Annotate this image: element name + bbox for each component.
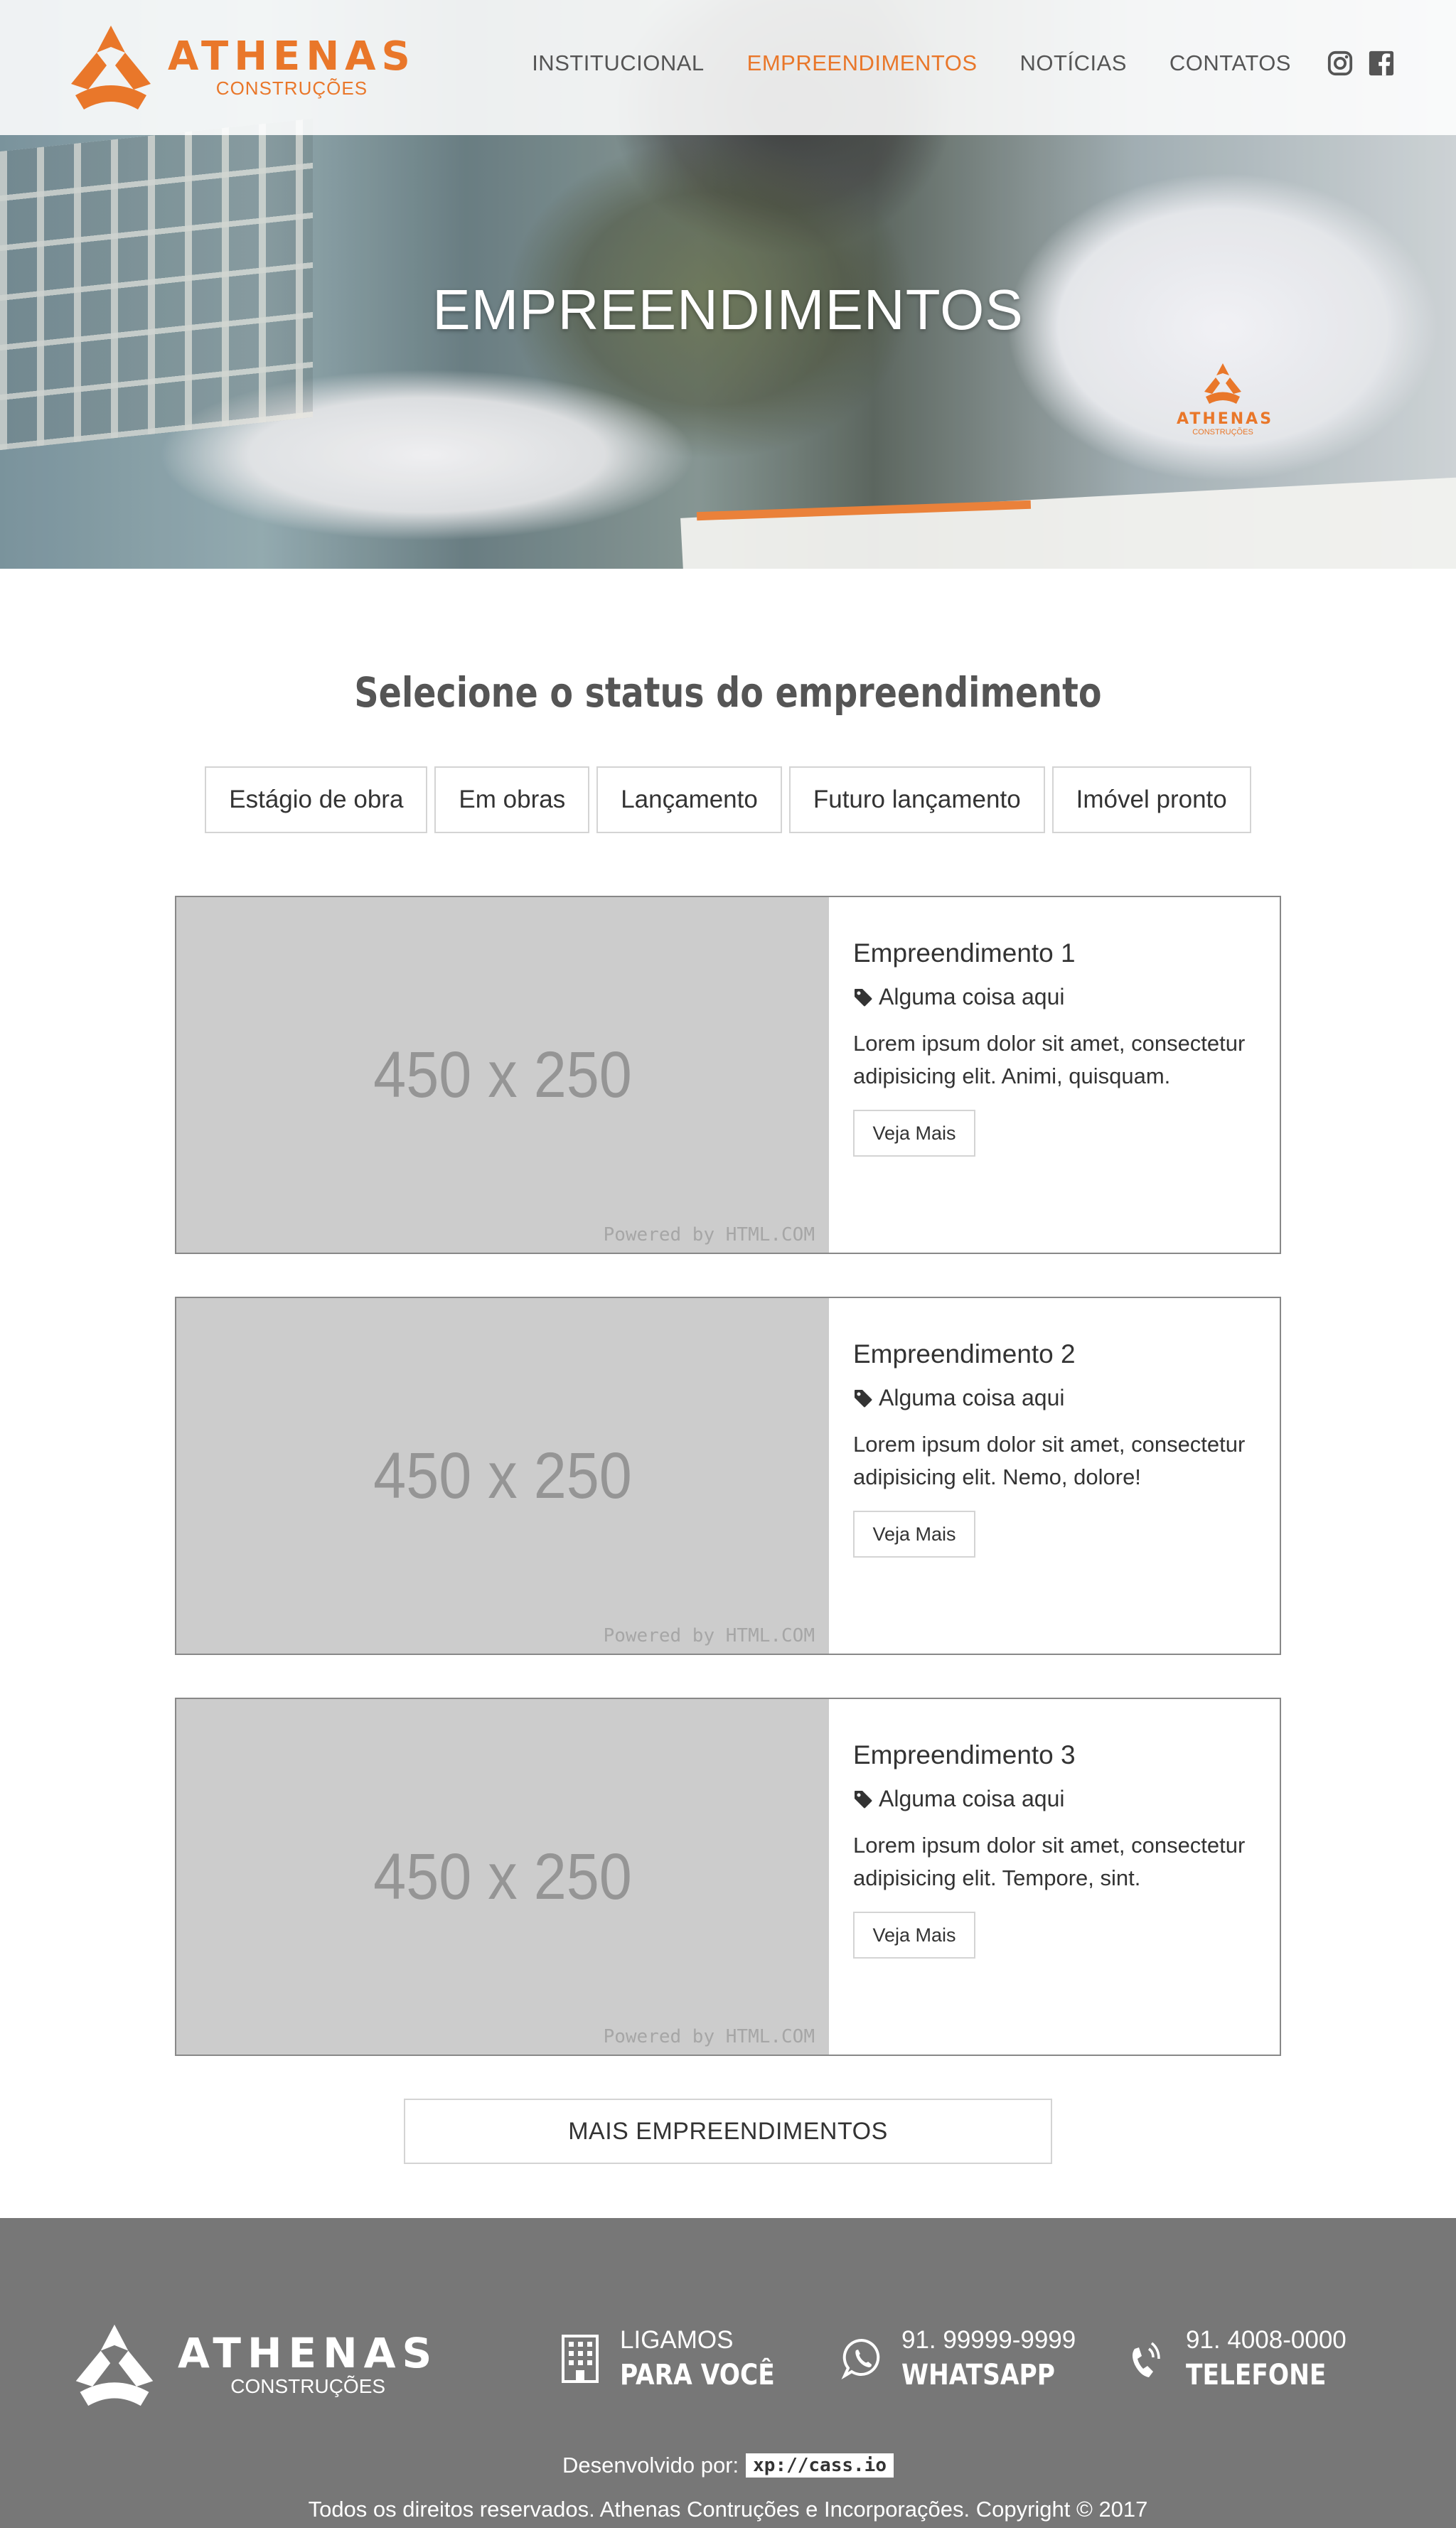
project-tag: Alguma coisa aqui <box>853 1385 1273 1411</box>
footer-logo[interactable]: ATHENAS CONSTRUÇÕES <box>63 2320 438 2409</box>
contact-telefone[interactable]: 91. 4008-0000 TELEFONE <box>1125 2326 1349 2392</box>
nav-empreendimentos[interactable]: EMPREENDIMENTOS <box>747 50 978 76</box>
project-image-placeholder[interactable]: 450 x 250 Powered by HTML.COM <box>176 1298 829 1654</box>
footer-logo-name: ATHENAS <box>178 2329 439 2377</box>
project-tag-label: Alguma coisa aqui <box>879 984 1065 1009</box>
image-size-label: 450 x 250 <box>373 1038 632 1111</box>
filter-futuro-lancamento[interactable]: Futuro lançamento <box>788 766 1045 833</box>
hero-helmet-logo: ATHENAS CONSTRUÇÕES <box>1177 361 1274 436</box>
building-icon <box>562 2335 599 2383</box>
status-filter-group: Estágio de obra Em obras Lançamento Futu… <box>0 766 1456 833</box>
facebook-icon[interactable] <box>1368 50 1395 77</box>
project-image-placeholder[interactable]: 450 x 250 Powered by HTML.COM <box>176 1699 829 2055</box>
project-description: Lorem ipsum dolor sit amet, consectetur … <box>853 1031 1246 1088</box>
filter-em-obras[interactable]: Em obras <box>434 766 590 833</box>
page: EMPREENDIMENTOS ATHENAS CONSTRUÇÕES ATHE… <box>0 0 1456 2528</box>
project-title: Empreendimento 3 <box>853 1740 1076 1769</box>
contact-line1: 91. 4008-0000 <box>1186 2326 1347 2354</box>
contact-line2: WHATSAPP <box>901 2359 1055 2392</box>
site-footer: ATHENAS CONSTRUÇÕES LIGAMOS PARA VOCÊ 91… <box>0 2218 1456 2528</box>
logo-name: ATHENAS <box>168 33 416 80</box>
instagram-icon[interactable] <box>1327 50 1354 77</box>
developed-by: Desenvolvido por: xp://cass.io <box>0 2453 1456 2478</box>
project-image-placeholder[interactable]: 450 x 250 Powered by HTML.COM <box>176 897 829 1253</box>
see-more-button[interactable]: Veja Mais <box>853 1511 975 1558</box>
see-more-button[interactable]: Veja Mais <box>853 1912 975 1959</box>
status-section-title: Selecione o status do empreendimento <box>354 668 1102 717</box>
footer-logo-sub: CONSTRUÇÕES <box>230 2375 386 2397</box>
hero-title: EMPREENDIMENTOS <box>432 278 1024 341</box>
project-tag-label: Alguma coisa aqui <box>879 1385 1065 1410</box>
project-card: 450 x 250 Powered by HTML.COM Empreendim… <box>175 896 1281 1254</box>
filter-lancamento[interactable]: Lançamento <box>596 766 782 833</box>
project-card: 450 x 250 Powered by HTML.COM Empreendim… <box>175 1297 1281 1655</box>
copyright-text: Todos os direitos reservados. Athenas Co… <box>308 2497 1148 2522</box>
tag-icon <box>855 988 872 1006</box>
logo-sub: CONSTRUÇÕES <box>215 77 368 99</box>
site-logo[interactable]: ATHENAS CONSTRUÇÕES <box>61 21 416 112</box>
hero-logo-sub: CONSTRUÇÕES <box>1192 428 1253 436</box>
site-header: ATHENAS CONSTRUÇÕES INSTITUCIONAL EMPREE… <box>0 0 1456 135</box>
contact-whatsapp[interactable]: 91. 99999-9999 WHATSAPP <box>840 2326 1080 2392</box>
project-tag: Alguma coisa aqui <box>853 984 1273 1010</box>
contact-line2: TELEFONE <box>1186 2359 1327 2392</box>
image-powered-by: Powered by HTML.COM <box>603 1224 815 1246</box>
contact-callback[interactable]: LIGAMOS PARA VOCÊ <box>559 2326 800 2392</box>
developer-badge[interactable]: xp://cass.io <box>746 2453 894 2478</box>
nav-institucional[interactable]: INSTITUCIONAL <box>532 50 704 76</box>
project-tag: Alguma coisa aqui <box>853 1786 1273 1812</box>
image-powered-by: Powered by HTML.COM <box>603 2026 815 2047</box>
contact-line2: PARA VOCÊ <box>620 2359 775 2392</box>
whatsapp-icon <box>841 2338 880 2380</box>
nav-noticias[interactable]: NOTÍCIAS <box>1020 50 1127 76</box>
image-size-label: 450 x 250 <box>373 1840 632 1913</box>
filter-estagio-de-obra[interactable]: Estágio de obra <box>205 766 428 833</box>
project-description: Lorem ipsum dolor sit amet, consectetur … <box>853 1432 1246 1489</box>
filter-imovel-pronto[interactable]: Imóvel pronto <box>1051 766 1251 833</box>
athenas-logo-icon <box>71 26 151 109</box>
main-nav: INSTITUCIONAL EMPREENDIMENTOS NOTÍCIAS C… <box>532 50 1456 77</box>
project-title: Empreendimento 2 <box>853 1339 1076 1369</box>
phone-icon <box>1133 2342 1160 2377</box>
image-size-label: 450 x 250 <box>373 1439 632 1512</box>
image-powered-by: Powered by HTML.COM <box>603 1625 815 1646</box>
project-card: 450 x 250 Powered by HTML.COM Empreendim… <box>175 1698 1281 2056</box>
hero-logo-name: ATHENAS <box>1177 410 1274 428</box>
nav-contatos[interactable]: CONTATOS <box>1169 50 1291 76</box>
athenas-logo-icon <box>75 2324 154 2406</box>
project-title: Empreendimento 1 <box>853 938 1076 968</box>
tag-icon <box>855 1389 872 1407</box>
social-links <box>1312 50 1395 77</box>
developed-by-label: Desenvolvido por: <box>562 2453 739 2478</box>
more-projects-button[interactable]: MAIS EMPREENDIMENTOS <box>404 2099 1052 2164</box>
project-tag-label: Alguma coisa aqui <box>879 1786 1065 1811</box>
contact-line1: LIGAMOS <box>620 2326 734 2354</box>
contact-line1: 91. 99999-9999 <box>901 2326 1076 2354</box>
project-description: Lorem ipsum dolor sit amet, consectetur … <box>853 1833 1246 1890</box>
see-more-button[interactable]: Veja Mais <box>853 1110 975 1157</box>
athenas-logo-icon <box>1204 363 1241 404</box>
tag-icon <box>855 1790 872 1808</box>
